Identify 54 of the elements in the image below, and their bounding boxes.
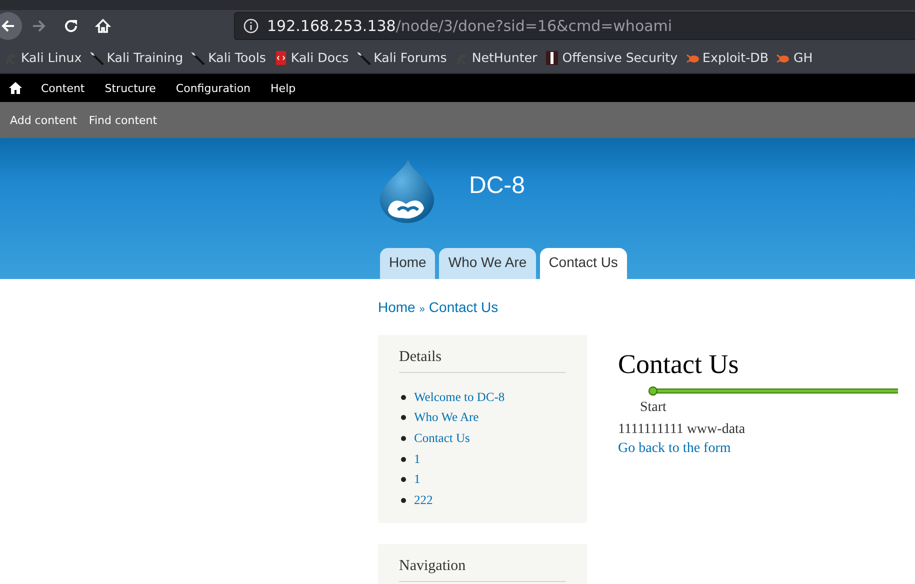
info-icon xyxy=(243,18,259,34)
home-link[interactable] xyxy=(9,82,22,94)
bookmark-link[interactable]: Kali Training xyxy=(88,50,184,66)
breadcrumb-link[interactable]: Home xyxy=(378,299,416,315)
sidebar-link[interactable]: 222 xyxy=(414,492,433,508)
breadcrumb-separator: » xyxy=(419,304,425,315)
block-title: Navigation xyxy=(399,558,566,582)
shortcut-link[interactable]: Add content xyxy=(10,114,77,126)
bookmark-link[interactable]: GH xyxy=(775,50,813,66)
breadcrumb-link[interactable]: Contact Us xyxy=(428,299,498,315)
bookmark-icon xyxy=(190,50,206,66)
bookmark-link[interactable]: Exploit-DB xyxy=(684,50,768,66)
home-icon xyxy=(9,82,22,94)
sidebar-link[interactable]: Who We Are xyxy=(414,410,479,426)
address-field[interactable]: 192.168.253.138/node/3/done?sid=16&cmd=whoami xyxy=(234,12,915,40)
progress-step-label: Start xyxy=(640,400,668,416)
drop-logo-icon xyxy=(378,158,436,224)
bookmark-link[interactable]: Kali Forums xyxy=(356,50,447,66)
home-icon xyxy=(95,18,111,34)
sidebar-link[interactable]: 1 xyxy=(414,452,420,467)
bookmark-link[interactable]: Kali Docs xyxy=(272,50,349,66)
bookmark-icon xyxy=(544,50,560,66)
reload-icon xyxy=(63,18,79,34)
bullet-icon xyxy=(401,394,406,400)
page-title: Contact Us xyxy=(618,349,740,380)
bullet-icon xyxy=(401,436,406,441)
bookmark-link[interactable]: Offensive Security xyxy=(544,50,678,66)
bookmark-link[interactable]: NetHunter xyxy=(454,50,538,66)
bullet-icon xyxy=(401,498,406,503)
block-title: Details xyxy=(399,349,566,373)
bullet-icon xyxy=(401,415,406,420)
bookmark-link[interactable]: Kali Tools xyxy=(190,50,266,66)
admin-menu-item[interactable]: Content xyxy=(41,82,85,94)
back-arrow-icon xyxy=(0,18,16,34)
site-name[interactable]: DC-8 xyxy=(469,172,526,200)
back-to-form-link[interactable]: Go back to the form xyxy=(618,441,731,457)
bookmark-link[interactable]: Kali Linux xyxy=(3,50,82,66)
bullet-icon xyxy=(401,477,406,482)
bookmark-icon xyxy=(356,50,372,66)
bookmark-icon xyxy=(88,50,105,66)
forward-arrow-icon xyxy=(31,18,47,34)
admin-menu-item[interactable]: Help xyxy=(270,82,296,94)
shortcut-link[interactable]: Find content xyxy=(88,114,158,126)
sidebar-link[interactable]: Welcome to DC-8 xyxy=(414,390,505,405)
admin-menu-item[interactable]: Configuration xyxy=(176,82,251,94)
back-button[interactable] xyxy=(0,12,22,40)
result-message: 1111111111 www-data xyxy=(618,422,746,438)
bullet-icon xyxy=(401,456,406,462)
sidebar-link[interactable]: Contact Us xyxy=(414,430,470,446)
sidebar-link[interactable]: 1 xyxy=(414,472,420,488)
nav-tab[interactable]: Home xyxy=(380,248,436,279)
nav-tab[interactable]: Contact Us xyxy=(540,248,627,279)
admin-menu-item[interactable]: Structure xyxy=(104,82,156,94)
nav-tab[interactable]: Who We Are xyxy=(439,248,536,279)
